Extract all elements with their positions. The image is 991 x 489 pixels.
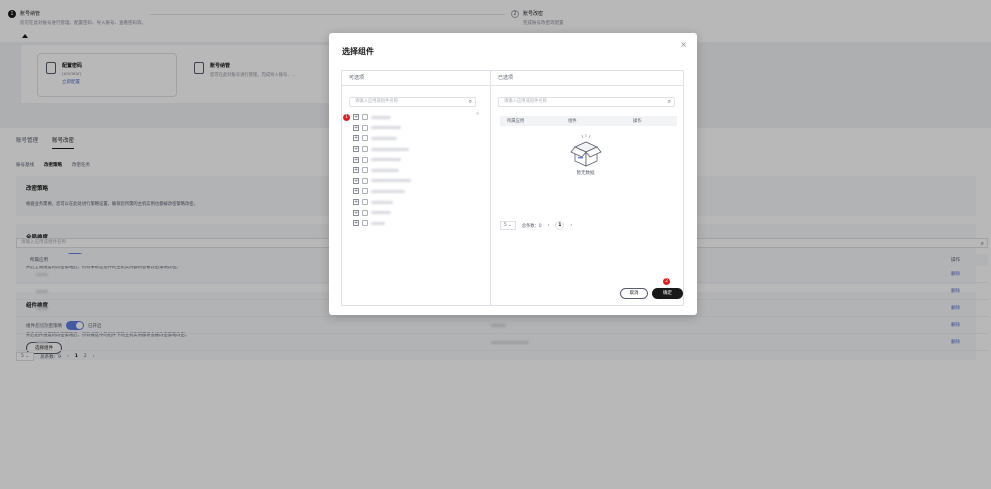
- tree-node[interactable]: +: [353, 218, 478, 229]
- component-tree: + + + + + + + + + + +: [353, 112, 478, 229]
- expand-icon[interactable]: +: [353, 209, 359, 216]
- selected-table-header: 所属应用 组件 操作: [500, 116, 677, 126]
- blurred-node-label: [371, 168, 399, 172]
- expand-icon[interactable]: +: [353, 124, 359, 131]
- tree-node[interactable]: +: [353, 207, 478, 218]
- blurred-node-label: [371, 189, 405, 193]
- step-badge-1: 1: [343, 114, 350, 121]
- selected-pager: 5 ⌄ 总条数：0 ‹ 1 ›: [500, 221, 572, 230]
- cancel-button[interactable]: 取消: [620, 288, 648, 299]
- available-search-input[interactable]: 请输入应用或组件名称 ⌕: [349, 97, 476, 107]
- empty-state: 暂无数据: [491, 133, 680, 176]
- expand-icon[interactable]: +: [353, 220, 359, 227]
- ok-button[interactable]: 确定: [652, 288, 683, 299]
- selected-search-input[interactable]: 请输入应用或组件名称 ⌕: [498, 97, 675, 107]
- blurred-node-label: [371, 179, 411, 183]
- blurred-node-label: [371, 200, 393, 204]
- blurred-node-label: [371, 158, 401, 162]
- page-size-select[interactable]: 5 ⌄: [500, 221, 516, 230]
- page-size-value: 5: [504, 223, 507, 228]
- col-app: 所属应用: [507, 119, 525, 124]
- tree-node-checkbox[interactable]: [362, 220, 368, 227]
- blurred-node-label: [371, 211, 391, 215]
- empty-text: 暂无数据: [576, 171, 595, 176]
- total-count: 总条数：0: [521, 223, 542, 229]
- tree-node-checkbox[interactable]: [362, 177, 368, 184]
- tree-node[interactable]: +: [353, 186, 478, 197]
- expand-icon[interactable]: +: [353, 114, 359, 121]
- tree-node-checkbox[interactable]: [362, 199, 368, 206]
- empty-box-icon: [569, 134, 602, 167]
- chevron-down-icon: ⌄: [508, 223, 512, 228]
- expand-icon[interactable]: +: [353, 199, 359, 206]
- selected-panel-title: 已选项: [491, 71, 683, 86]
- dialog-title: 选择组件: [342, 47, 374, 56]
- step-badge-2: 2: [663, 278, 670, 285]
- available-search-placeholder: 请输入应用或组件名称: [355, 99, 398, 104]
- blurred-node-label: [371, 115, 391, 119]
- blurred-node-label: [371, 221, 385, 225]
- prev-page-icon[interactable]: ‹: [548, 223, 550, 228]
- tree-node-checkbox[interactable]: [362, 124, 368, 131]
- blurred-node-label: [371, 136, 397, 140]
- tree-node[interactable]: +: [353, 165, 478, 176]
- col-action: 操作: [633, 119, 642, 124]
- expand-icon[interactable]: +: [353, 167, 359, 174]
- tree-node-checkbox[interactable]: [362, 209, 368, 216]
- expand-icon[interactable]: +: [353, 146, 359, 153]
- current-page[interactable]: 1: [555, 221, 565, 230]
- tree-node-checkbox[interactable]: [362, 114, 368, 121]
- tree-node-checkbox[interactable]: [362, 135, 368, 142]
- select-component-dialog: 选择组件 × 可选项 请输入应用或组件名称 ⌕ 1 + + + + + + + + + + + 已选…: [329, 33, 697, 315]
- expand-icon[interactable]: +: [353, 188, 359, 195]
- blurred-node-label: [371, 147, 409, 151]
- tree-node[interactable]: +: [353, 144, 478, 155]
- search-icon[interactable]: ⌕: [469, 98, 472, 106]
- next-page-icon[interactable]: ›: [570, 223, 572, 228]
- tree-node[interactable]: +: [353, 133, 478, 144]
- search-icon[interactable]: ⌕: [668, 98, 671, 106]
- tree-node[interactable]: +: [353, 176, 478, 187]
- expand-icon[interactable]: +: [353, 135, 359, 142]
- tree-node[interactable]: +: [353, 112, 478, 123]
- col-component: 组件: [568, 119, 577, 124]
- tree-node-checkbox[interactable]: [362, 167, 368, 174]
- tree-node[interactable]: +: [353, 154, 478, 165]
- tree-node-checkbox[interactable]: [362, 188, 368, 195]
- selected-search-placeholder: 请输入应用或组件名称: [504, 99, 547, 104]
- expand-icon[interactable]: +: [353, 156, 359, 163]
- selected-panel: 已选项 请输入应用或组件名称 ⌕ 所属应用 组件 操作 暂无数据 5 ⌄ 总条数…: [490, 70, 684, 306]
- expand-icon[interactable]: +: [353, 177, 359, 184]
- scrollbar-thumb[interactable]: [476, 112, 479, 115]
- tree-node[interactable]: +: [353, 197, 478, 208]
- tree-node-checkbox[interactable]: [362, 146, 368, 153]
- close-icon[interactable]: ×: [680, 40, 687, 49]
- tree-node-checkbox[interactable]: [362, 156, 368, 163]
- blurred-node-label: [371, 126, 401, 130]
- tree-node[interactable]: +: [353, 123, 478, 134]
